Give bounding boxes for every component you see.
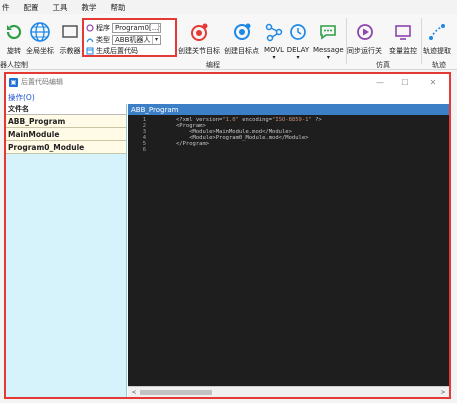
message-icon <box>316 20 340 44</box>
program-row: 程序 Program0[... ▾ <box>86 22 161 33</box>
create-joint-target-label: 创建关节目标 <box>178 47 220 55</box>
create-joint-target-button[interactable]: 创建关节目标 <box>178 20 220 56</box>
track-extract-button[interactable]: 轨迹提取 <box>423 20 451 56</box>
sync-run-button[interactable]: 同步运行关 <box>347 20 382 56</box>
code-tab[interactable]: ABB_Program <box>128 104 449 115</box>
horizontal-scrollbar[interactable]: < > <box>128 386 449 397</box>
delay-button[interactable]: DELAY ▾ <box>286 20 310 61</box>
rotate-button[interactable]: 旋转 <box>2 20 26 56</box>
type-row: 类型 ABB机器人 ▾ <box>86 34 161 45</box>
target-icon <box>230 20 254 44</box>
sync-run-label: 同步运行关 <box>347 47 382 55</box>
global-coords-label: 全局坐标 <box>26 47 54 55</box>
chevron-down-icon: ▾ <box>326 54 330 61</box>
close-button[interactable]: ✕ <box>424 74 442 90</box>
maximize-button[interactable]: ☐ <box>396 74 414 90</box>
code-file-icon <box>86 47 94 55</box>
type-icon <box>86 36 94 44</box>
file-list-item[interactable]: Program0_Module <box>6 141 126 154</box>
scroll-right-icon[interactable]: > <box>438 387 448 397</box>
code-token: </Program> <box>176 141 210 147</box>
file-list-item[interactable]: ABB_Program <box>6 115 126 128</box>
generate-code-button[interactable]: 生成后置代码 <box>86 45 138 56</box>
chevron-down-icon: ▾ <box>272 54 276 61</box>
type-label: 类型 <box>96 35 110 44</box>
globe-icon <box>28 20 52 44</box>
app-root: 件 配置 工具 教学 帮助 旋转 全局坐标 示教器 程序 Program0[..… <box>0 0 457 403</box>
track-extract-label: 轨迹提取 <box>423 47 451 55</box>
program-settings-panel: 程序 Program0[... ▾ 类型 ABB机器人 ▾ 生成后置代码 <box>82 18 177 57</box>
group-label-robot-control: 器人控制 <box>0 61 28 69</box>
movl-path-icon <box>262 20 286 44</box>
demonstrator-label: 示教器 <box>59 47 81 55</box>
clock-icon <box>286 20 310 44</box>
delay-label: DELAY <box>286 46 310 54</box>
window-title: 后置代码编辑 <box>21 78 63 86</box>
sync-icon <box>353 20 377 44</box>
code-text-area[interactable]: <?xml version="1.0" encoding="ISO-8859-1… <box>176 115 449 383</box>
code-token: "1.0" <box>222 117 239 123</box>
chevron-down-icon: ▾ <box>152 35 160 44</box>
group-label-trajectory: 轨迹 <box>432 61 446 69</box>
generate-code-label: 生成后置代码 <box>96 46 138 55</box>
scroll-left-icon[interactable]: < <box>129 387 139 397</box>
create-target-button[interactable]: 创建目标点 <box>224 20 259 56</box>
demonstrator-button[interactable]: 示教器 <box>58 20 82 56</box>
var-monitor-label: 变量监控 <box>389 47 417 55</box>
chevron-down-icon: ▾ <box>296 54 300 61</box>
code-editor-pane: ABB_Program 1 2 3 4 5 6 <?xml version="1… <box>128 104 449 397</box>
monitor-icon <box>391 20 415 44</box>
movl-button[interactable]: MOVL ▾ <box>262 20 286 61</box>
type-select-value: ABB机器人 <box>115 35 151 44</box>
program-icon <box>86 23 94 32</box>
app-icon: ▣ <box>9 77 18 87</box>
program-label: 程序 <box>96 23 110 32</box>
line-number-gutter: 1 2 3 4 5 6 <box>128 115 176 383</box>
operation-menu[interactable]: 操作(O) <box>8 92 35 103</box>
track-icon <box>425 20 449 44</box>
joint-target-icon <box>187 20 211 44</box>
menu-file[interactable]: 件 <box>0 2 17 13</box>
screen-icon <box>58 20 82 44</box>
code-token: encoding= <box>238 117 273 123</box>
program-select-value: Program0[... <box>115 23 159 32</box>
minimize-button[interactable]: — <box>371 74 389 90</box>
movl-label: MOVL <box>263 46 285 54</box>
ribbon-toolbar: 旋转 全局坐标 示教器 程序 Program0[... ▾ <box>0 14 457 70</box>
window-titlebar: ▣ 后置代码编辑 — ☐ ✕ <box>6 74 449 90</box>
line-number: 6 <box>142 147 146 153</box>
ribbon-separator <box>421 18 422 64</box>
rotate-label: 旋转 <box>7 47 21 55</box>
message-label: Message <box>313 46 344 54</box>
post-code-editor-window: ▣ 后置代码编辑 — ☐ ✕ 操作(O) 文件名 ABB_Program Mai… <box>4 72 451 399</box>
program-select[interactable]: Program0[... ▾ <box>112 22 161 33</box>
chevron-down-icon: ▾ <box>158 23 160 32</box>
menu-tools[interactable]: 工具 <box>46 2 75 13</box>
menu-bar: 件 配置 工具 教学 帮助 <box>0 0 457 14</box>
var-monitor-button[interactable]: 变量监控 <box>389 20 417 56</box>
message-button[interactable]: Message ▾ <box>313 20 344 61</box>
create-target-label: 创建目标点 <box>224 47 259 55</box>
file-list-pane: 文件名 ABB_Program MainModule Program0_Modu… <box>6 104 127 397</box>
group-label-programming: 编程 <box>206 61 220 69</box>
code-token: "ISO-8859-1" <box>272 117 312 123</box>
menu-config[interactable]: 配置 <box>17 2 46 13</box>
scrollbar-thumb[interactable] <box>140 390 212 395</box>
menu-help[interactable]: 帮助 <box>104 2 133 13</box>
global-coords-button[interactable]: 全局坐标 <box>26 20 54 56</box>
code-token: ?> <box>311 117 322 123</box>
rotate-icon <box>2 20 26 44</box>
file-list-item[interactable]: MainModule <box>6 128 126 141</box>
type-select[interactable]: ABB机器人 ▾ <box>112 34 161 45</box>
group-label-simulation: 仿真 <box>376 61 390 69</box>
file-list-header: 文件名 <box>6 104 126 115</box>
menu-teach[interactable]: 教学 <box>75 2 104 13</box>
